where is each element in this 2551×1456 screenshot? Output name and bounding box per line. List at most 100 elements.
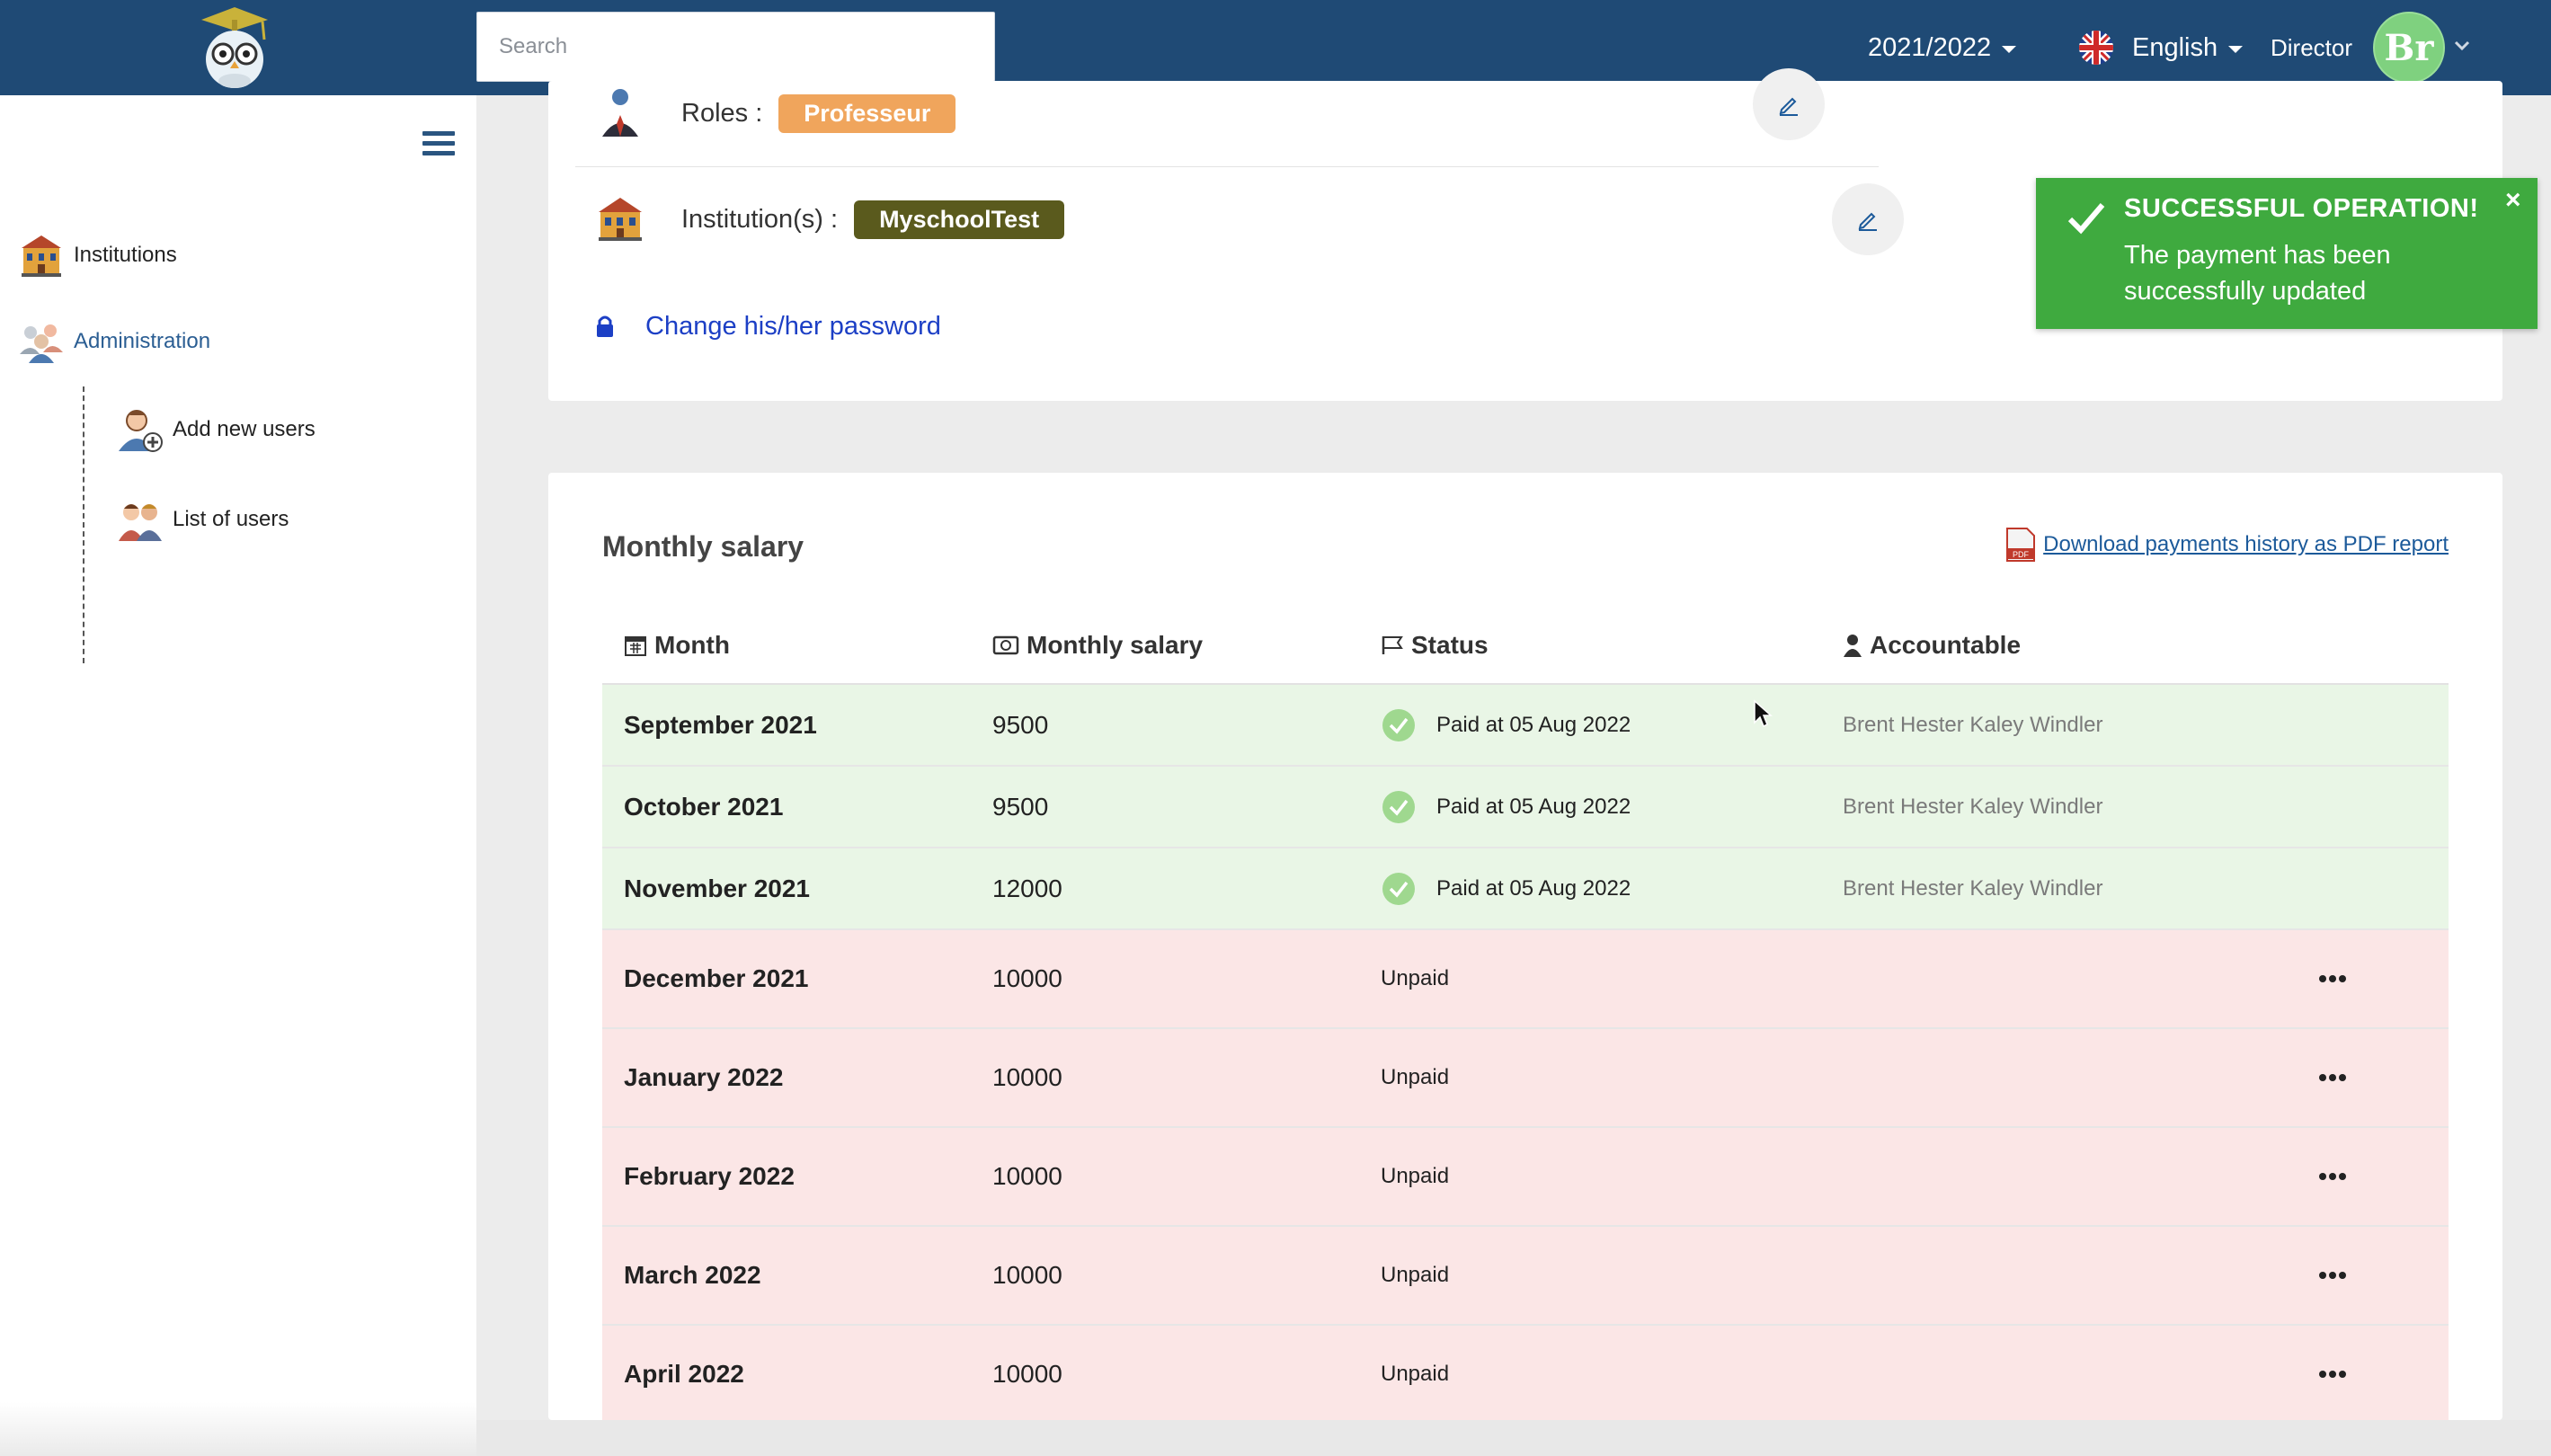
month-cell: November 2021 — [624, 874, 811, 902]
sidebar-item-label: Administration — [74, 329, 211, 353]
chevron-down-icon[interactable] — [2454, 38, 2470, 54]
month-cell: January 2022 — [624, 1063, 784, 1091]
status-cell: Unpaid — [1381, 1362, 1450, 1386]
avatar[interactable]: Br — [2373, 12, 2445, 84]
monthly-salary-card: Monthly salary PDF Download payments his… — [548, 473, 2502, 1425]
month-cell: March 2022 — [624, 1261, 761, 1289]
salary-cell: 9500 — [992, 710, 1049, 739]
language-value: English — [2132, 32, 2218, 62]
salary-cell: 10000 — [992, 1360, 1062, 1388]
sidebar-item-label: Add new users — [173, 417, 316, 441]
divider — [575, 166, 1879, 167]
user-icon — [1844, 635, 1862, 657]
salary-cell: 9500 — [992, 792, 1049, 821]
table-header: Month Monthly salary Status Accountable — [602, 608, 2449, 685]
toast-message: The payment has been successfully update… — [2124, 241, 2391, 306]
admin-team-icon — [20, 324, 63, 363]
column-header-month: Month — [624, 631, 730, 660]
flag-icon — [1382, 636, 1403, 654]
salary-cell: 10000 — [992, 1261, 1062, 1289]
owl-logo-icon[interactable] — [196, 4, 273, 92]
status-cell: Unpaid — [1381, 1263, 1450, 1287]
month-cell: September 2021 — [624, 710, 817, 739]
more-options-icon[interactable] — [2319, 1029, 2349, 1126]
accountable-cell: Brent Hester Kaley Windler — [1843, 794, 2103, 819]
column-header-salary: Monthly salary — [992, 631, 1203, 660]
lock-icon — [597, 315, 613, 337]
column-header-status: Status — [1381, 631, 1489, 660]
status-cell: Unpaid — [1381, 966, 1450, 990]
uk-flag-icon — [2079, 31, 2113, 65]
more-options-icon[interactable] — [2319, 1326, 2349, 1423]
edit-institutions-button[interactable] — [1832, 183, 1904, 255]
edit-roles-button[interactable] — [1753, 68, 1825, 140]
month-cell: October 2021 — [624, 792, 784, 821]
school-building-icon — [599, 198, 642, 241]
more-options-icon[interactable] — [2319, 930, 2349, 1027]
salary-cell: 10000 — [992, 1162, 1062, 1190]
paid-check-icon — [1382, 708, 1415, 741]
roles-label: Roles : — [681, 98, 763, 128]
download-pdf-label: Download payments history as PDF report — [2043, 532, 2449, 556]
sidebar-item-add-new-users[interactable]: Add new users — [117, 406, 316, 453]
change-password-link[interactable]: Change his/her password — [595, 304, 941, 349]
table-row: April 2022 10000 Unpaid — [602, 1326, 2449, 1425]
salary-table: Month Monthly salary Status Accountable … — [602, 608, 2449, 1425]
table-row: February 2022 10000 Unpaid — [602, 1128, 2449, 1227]
status-cell: Paid at 05 Aug 2022 — [1381, 767, 1631, 847]
status-cell: Unpaid — [1381, 1164, 1450, 1188]
search-input[interactable] — [476, 12, 995, 82]
sidebar-item-label: Institutions — [74, 243, 177, 267]
sidebar: Institutions Administration Add new user… — [0, 95, 476, 1456]
institutions-row: Institution(s) : MyschoolTest — [595, 192, 1065, 246]
add-user-icon — [119, 410, 163, 452]
sidebar-footer-shade — [0, 1402, 476, 1456]
status-cell: Paid at 05 Aug 2022 — [1381, 685, 1631, 765]
close-icon[interactable]: × — [2505, 185, 2521, 216]
more-options-icon[interactable] — [2319, 1227, 2349, 1324]
money-bill-icon — [992, 635, 1019, 655]
roles-row: Roles : Professeur — [595, 86, 956, 140]
school-building-icon — [22, 235, 61, 277]
table-row: March 2022 10000 Unpaid — [602, 1227, 2449, 1326]
checkmark-icon — [2067, 203, 2105, 235]
paid-check-icon — [1382, 872, 1415, 905]
status-cell: Unpaid — [1381, 1065, 1450, 1089]
role-badge: Professeur — [778, 93, 956, 133]
sidebar-item-label: List of users — [173, 507, 289, 531]
sidebar-item-institutions[interactable]: Institutions — [18, 232, 177, 279]
paid-check-icon — [1382, 790, 1415, 823]
svg-text:PDF: PDF — [2013, 550, 2030, 559]
school-year-value: 2021/2022 — [1868, 32, 1992, 62]
accountable-cell: Brent Hester Kaley Windler — [1843, 712, 2103, 737]
table-row: January 2022 10000 Unpaid — [602, 1029, 2449, 1128]
change-password-label: Change his/her password — [645, 311, 941, 341]
section-title: Monthly salary — [602, 530, 804, 563]
download-pdf-link[interactable]: PDF Download payments history as PDF rep… — [2005, 527, 2449, 563]
tree-connector — [83, 386, 84, 663]
month-cell: February 2022 — [624, 1162, 795, 1190]
users-group-icon — [119, 504, 162, 541]
status-cell: Paid at 05 Aug 2022 — [1381, 848, 1631, 928]
table-row: November 2021 12000 Paid at 05 Aug 2022 … — [602, 848, 2449, 930]
more-options-icon[interactable] — [2319, 1128, 2349, 1225]
sidebar-item-list-of-users[interactable]: List of users — [117, 496, 289, 543]
column-header-accountable: Accountable — [1843, 631, 2021, 660]
mouse-cursor-icon — [1754, 699, 1773, 728]
month-cell: December 2021 — [624, 964, 809, 992]
salary-cell: 12000 — [992, 874, 1062, 902]
institutions-label: Institution(s) : — [681, 204, 839, 234]
sidebar-item-administration[interactable]: Administration — [18, 318, 210, 365]
hamburger-menu-icon[interactable] — [422, 131, 455, 158]
pencil-icon — [1779, 97, 1798, 116]
pencil-icon — [1858, 212, 1877, 231]
salary-cell: 10000 — [992, 1063, 1062, 1091]
salary-cell: 10000 — [992, 964, 1062, 992]
chevron-down-icon — [2002, 46, 2017, 53]
table-row: December 2021 10000 Unpaid — [602, 930, 2449, 1029]
institution-badge: MyschoolTest — [854, 200, 1065, 239]
success-toast: SUCCESSFUL OPERATION! The payment has be… — [2036, 178, 2538, 329]
page-bottom-band — [476, 1420, 2551, 1456]
toast-title: SUCCESSFUL OPERATION! — [2124, 194, 2479, 223]
calendar-icon — [625, 636, 646, 656]
